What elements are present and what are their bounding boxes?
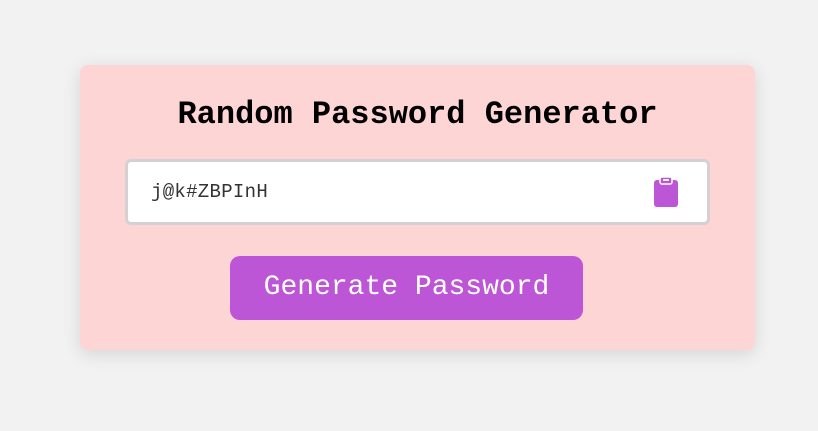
page-title: Random Password Generator xyxy=(177,96,658,133)
generate-password-button[interactable]: Generate Password xyxy=(230,256,583,320)
password-value[interactable]: j@k#ZBPInH xyxy=(151,179,268,205)
copy-password-button[interactable] xyxy=(653,176,679,208)
generator-card: Random Password Generator j@k#ZBPInH Gen… xyxy=(80,65,755,350)
password-field[interactable]: j@k#ZBPInH xyxy=(125,159,710,225)
clipboard-icon[interactable] xyxy=(653,176,679,208)
